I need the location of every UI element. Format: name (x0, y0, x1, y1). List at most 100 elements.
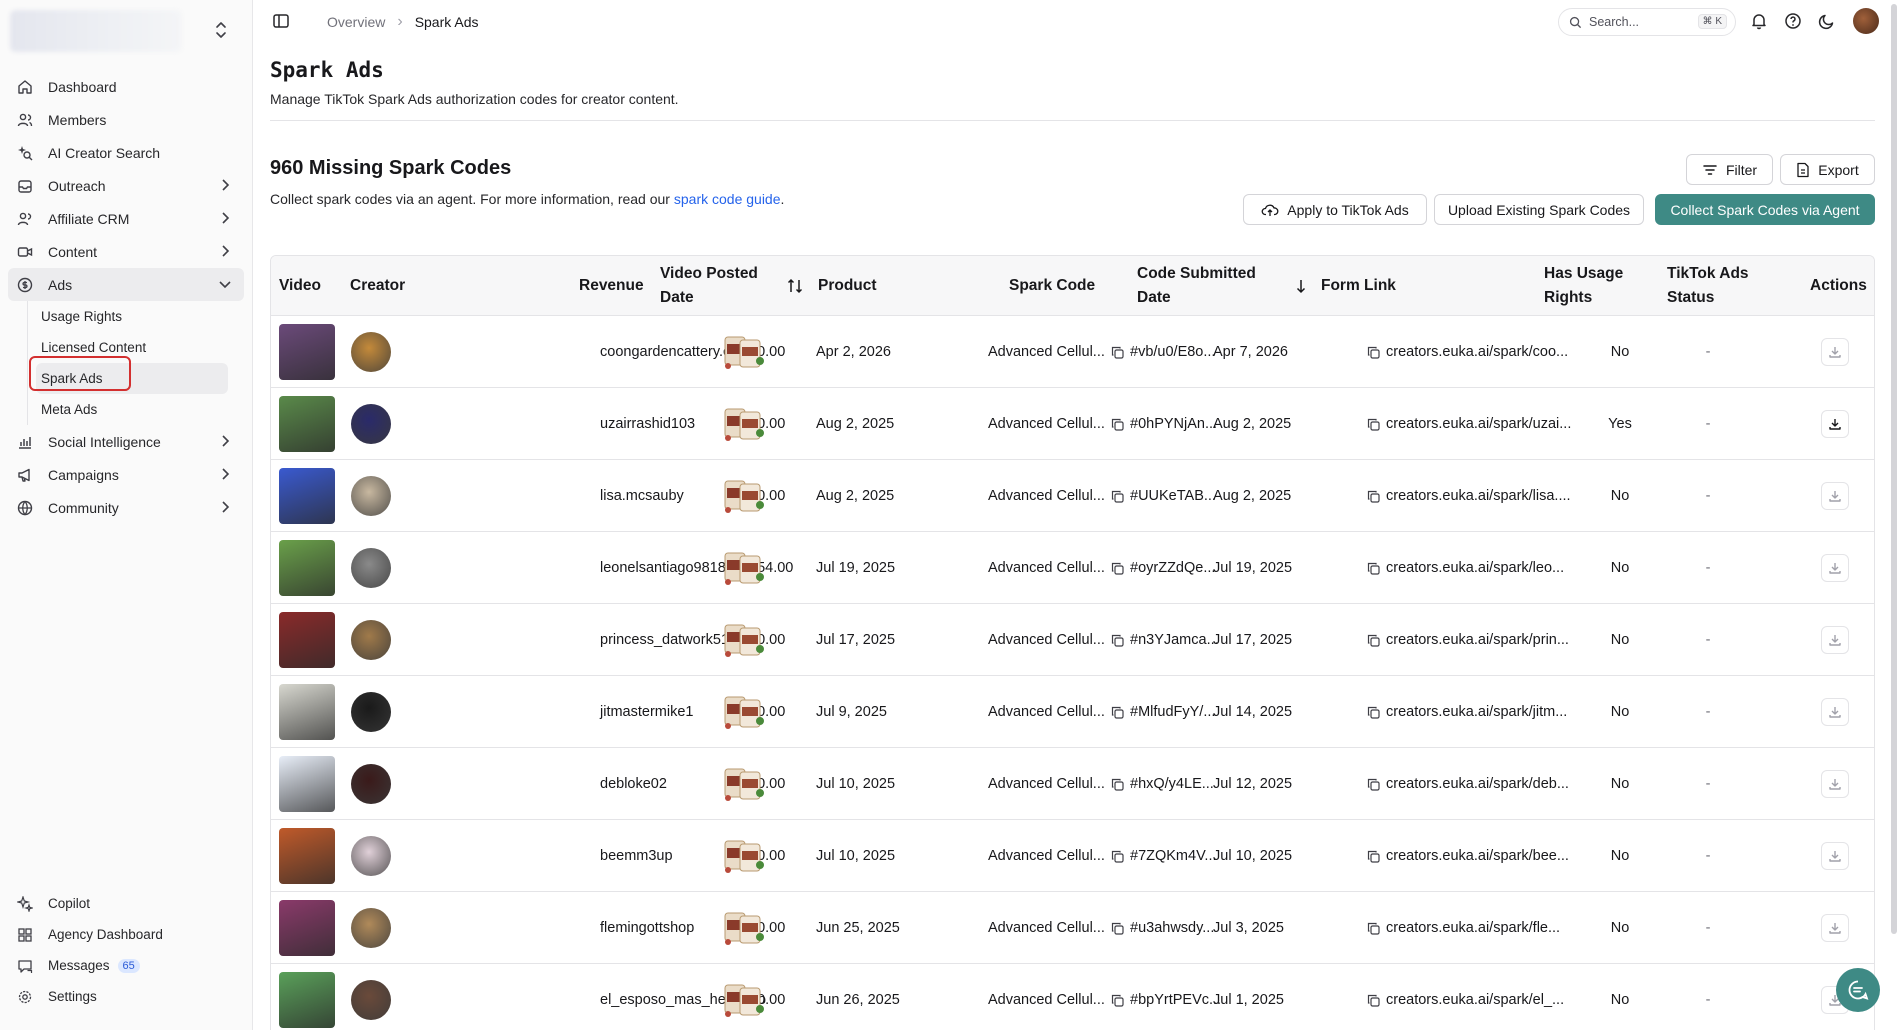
th-video-posted-date[interactable]: Video Posted Date (660, 256, 758, 316)
creator-name[interactable]: flemingottshop (600, 892, 694, 964)
creator-name[interactable]: debloke02 (600, 748, 667, 820)
table-row[interactable]: flemingottshop $0.00 Jun 25, 2025 Advanced … (271, 892, 1874, 964)
table-row[interactable]: uzairrashid103 $0.00 Aug 2, 2025 Advanced C… (271, 388, 1874, 460)
nav-content[interactable]: Content (8, 235, 244, 268)
copy-icon[interactable] (1111, 706, 1124, 719)
spark-code[interactable]: #0hPYNjAn... (1111, 388, 1217, 460)
spark-code[interactable]: #oyrZZdQe... (1111, 532, 1215, 604)
chat-widget-button[interactable] (1836, 968, 1880, 1012)
search-input[interactable]: Search... ⌘ K (1558, 8, 1736, 36)
video-thumbnail[interactable] (279, 612, 335, 668)
form-link[interactable]: creators.euka.ai/spark/prin... (1367, 604, 1569, 676)
table-row[interactable]: lisa.mcsauby $0.00 Aug 2, 2025 Advanced Cel… (271, 460, 1874, 532)
sort-down-icon[interactable] (1293, 277, 1309, 295)
copy-icon[interactable] (1367, 490, 1380, 503)
video-thumbnail[interactable] (279, 684, 335, 740)
nav-ads[interactable]: Ads (8, 268, 244, 301)
spark-code[interactable]: #n3YJamca... (1111, 604, 1219, 676)
copy-icon[interactable] (1111, 778, 1124, 791)
download-button[interactable] (1821, 770, 1849, 798)
creator-name[interactable]: jitmastermike1 (600, 676, 693, 748)
copy-icon[interactable] (1367, 562, 1380, 575)
table-row[interactable]: beemm3up $0.00 Jul 10, 2025 Advanced Cellul… (271, 820, 1874, 892)
spark-code[interactable]: #MlfudFyY/... (1111, 676, 1215, 748)
creator-name[interactable]: beemm3up (600, 820, 673, 892)
moon-icon[interactable] (1818, 12, 1836, 30)
copy-icon[interactable] (1111, 922, 1124, 935)
download-button[interactable] (1821, 338, 1849, 366)
copy-icon[interactable] (1111, 418, 1124, 431)
spark-code[interactable]: #vb/u0/E8o... (1111, 316, 1215, 388)
download-button[interactable] (1821, 914, 1849, 942)
video-thumbnail[interactable] (279, 540, 335, 596)
video-thumbnail[interactable] (279, 756, 335, 812)
copy-icon[interactable] (1367, 634, 1380, 647)
form-link[interactable]: creators.euka.ai/spark/coo... (1367, 316, 1568, 388)
table-row[interactable]: debloke02 $0.00 Jul 10, 2025 Advanced Cellu… (271, 748, 1874, 820)
download-button[interactable] (1821, 842, 1849, 870)
form-link[interactable]: creators.euka.ai/spark/fle... (1367, 892, 1560, 964)
copy-icon[interactable] (1111, 994, 1124, 1007)
workspace-switcher[interactable] (10, 8, 242, 54)
download-button[interactable] (1821, 482, 1849, 510)
copy-icon[interactable] (1111, 490, 1124, 503)
sub-spark-ads[interactable]: Spark Ads (36, 363, 228, 394)
form-link[interactable]: creators.euka.ai/spark/lisa.... (1367, 460, 1571, 532)
copy-icon[interactable] (1367, 922, 1380, 935)
table-row[interactable]: jitmastermike1 $0.00 Jul 9, 2025 Advanced C… (271, 676, 1874, 748)
video-thumbnail[interactable] (279, 900, 335, 956)
nav-members[interactable]: Members (8, 103, 244, 136)
spark-code[interactable]: #hxQ/y4LE... (1111, 748, 1214, 820)
spark-code[interactable]: #bpYrtPEVc... (1111, 964, 1221, 1030)
nav-settings[interactable]: Settings (8, 981, 244, 1012)
sub-licensed-content[interactable]: Licensed Content (36, 332, 228, 363)
copy-icon[interactable] (1111, 562, 1124, 575)
breadcrumb-overview[interactable]: Overview (327, 14, 385, 30)
download-button[interactable] (1821, 698, 1849, 726)
sub-meta-ads[interactable]: Meta Ads (36, 394, 228, 425)
copy-icon[interactable] (1111, 634, 1124, 647)
form-link[interactable]: creators.euka.ai/spark/bee... (1367, 820, 1569, 892)
scrollbar[interactable] (1890, 0, 1898, 1030)
spark-code-guide-link[interactable]: spark code guide (674, 191, 781, 207)
video-thumbnail[interactable] (279, 324, 335, 380)
copy-icon[interactable] (1367, 778, 1380, 791)
download-button[interactable] (1821, 410, 1849, 438)
form-link[interactable]: creators.euka.ai/spark/uzai... (1367, 388, 1571, 460)
filter-button[interactable]: Filter (1686, 154, 1773, 185)
copy-icon[interactable] (1111, 850, 1124, 863)
table-row[interactable]: el_esposo_mas_hermoso $0.00 Jun 26, 2025 Ad… (271, 964, 1874, 1030)
copy-icon[interactable] (1367, 346, 1380, 359)
help-icon[interactable] (1784, 12, 1802, 30)
copy-icon[interactable] (1367, 706, 1380, 719)
copy-icon[interactable] (1367, 418, 1380, 431)
form-link[interactable]: creators.euka.ai/spark/jitm... (1367, 676, 1567, 748)
form-link[interactable]: creators.euka.ai/spark/el_... (1367, 964, 1564, 1030)
nav-copilot[interactable]: Copilot (8, 888, 244, 919)
video-thumbnail[interactable] (279, 972, 335, 1028)
copy-icon[interactable] (1111, 346, 1124, 359)
table-row[interactable]: coongardencattery.com $0.00 Apr 2, 2026 Adv… (271, 316, 1874, 388)
video-thumbnail[interactable] (279, 828, 335, 884)
form-link[interactable]: creators.euka.ai/spark/leo... (1367, 532, 1564, 604)
download-button[interactable] (1821, 626, 1849, 654)
nav-agency-dashboard[interactable]: Agency Dashboard (8, 919, 244, 950)
creator-name[interactable]: lisa.mcsauby (600, 460, 684, 532)
sort-arrows-icon[interactable] (787, 277, 803, 295)
spark-code[interactable]: #UUKeTAB... (1111, 460, 1216, 532)
table-row[interactable]: leonelsantiago9818 $54.00 Jul 19, 2025 Adva… (271, 532, 1874, 604)
video-thumbnail[interactable] (279, 396, 335, 452)
table-row[interactable]: princess_datwork513 $0.00 Jul 17, 2025 Adva… (271, 604, 1874, 676)
nav-dashboard[interactable]: Dashboard (8, 70, 244, 103)
nav-affiliate-crm[interactable]: Affiliate CRM (8, 202, 244, 235)
upload-existing-spark-codes-button[interactable]: Upload Existing Spark Codes (1434, 194, 1644, 225)
form-link[interactable]: creators.euka.ai/spark/deb... (1367, 748, 1569, 820)
nav-messages[interactable]: Messages 65 (8, 950, 244, 981)
collect-spark-codes-button[interactable]: Collect Spark Codes via Agent (1655, 194, 1875, 225)
nav-ai-creator-search[interactable]: AI Creator Search (8, 136, 244, 169)
spark-code[interactable]: #u3ahwsdy... (1111, 892, 1214, 964)
th-code-submitted-date[interactable]: Code Submitted Date (1137, 256, 1256, 316)
sidebar-toggle-icon[interactable] (272, 12, 290, 30)
spark-code[interactable]: #7ZQKm4V... (1111, 820, 1217, 892)
download-button[interactable] (1821, 554, 1849, 582)
